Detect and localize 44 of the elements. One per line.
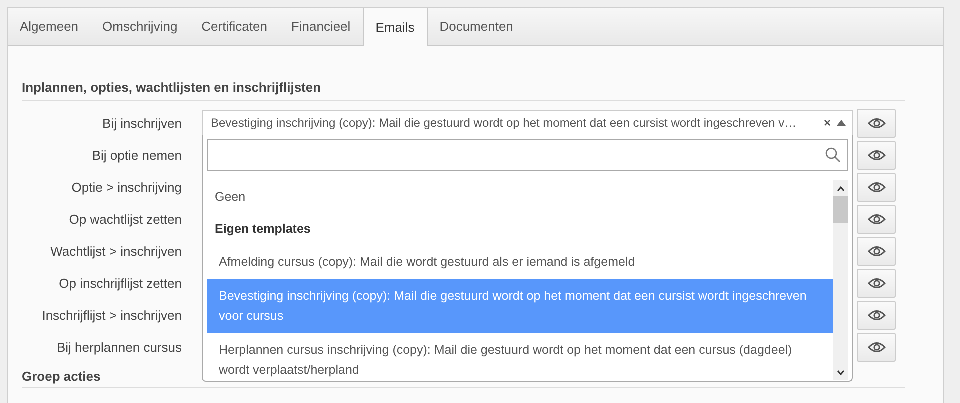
eye-icon: [868, 246, 886, 256]
eye-icon: [868, 278, 886, 288]
preview-button[interactable]: [857, 300, 896, 330]
field-label: Wachtlijst > inschrijven: [50, 244, 182, 258]
dropdown-option[interactable]: Afmelding cursus (copy): Mail die wordt gestuurd als er iemand is afgemeld: [207, 245, 833, 279]
dropdown-option[interactable]: Geen: [207, 180, 833, 214]
scrollbar[interactable]: [833, 180, 848, 380]
tab[interactable]: Certificaten: [190, 8, 280, 45]
tab[interactable]: Emails: [362, 8, 428, 46]
preview-button[interactable]: [857, 236, 896, 266]
search-icon: [825, 147, 841, 163]
eye-icon: [868, 310, 886, 320]
eye-icon: [868, 342, 886, 352]
tab[interactable]: Algemeen: [8, 8, 91, 45]
scroll-down-icon[interactable]: [836, 370, 844, 376]
preview-button[interactable]: [857, 140, 896, 170]
scroll-thumb[interactable]: [833, 196, 848, 223]
preview-button[interactable]: [857, 204, 896, 234]
caret-icon: [837, 120, 846, 126]
eye-icon: [868, 150, 886, 160]
eye-icon: [868, 214, 886, 224]
option-group-label: Eigen templates: [214, 221, 312, 238]
preview-button[interactable]: [857, 172, 896, 202]
field-label: Bij herplannen cursus: [56, 340, 182, 354]
tab[interactable]: Omschrijving: [90, 8, 190, 45]
tab[interactable]: Documenten: [428, 8, 526, 45]
field-label: Op inschrijflijst zetten: [58, 276, 182, 290]
field-label: Optie > inschrijving: [70, 180, 182, 194]
field-label: Op wachtlijst zetten: [68, 212, 182, 226]
dropdown-option[interactable]: Herplannen cursus inschrijving (copy): Mail die gestuurd wordt op het moment dat een cursus (dagdeel) wordt verplaatst/herpland: [207, 333, 833, 380]
tab[interactable]: Financieel: [279, 8, 363, 45]
preview-button[interactable]: [857, 268, 896, 298]
preview-button[interactable]: [857, 332, 896, 362]
field-label: Bij inschrijven: [102, 116, 182, 130]
template-select[interactable]: Bevestiging inschrijving (copy): Mail die gestuurd wordt op het moment dat een cursist wordt ingeschreven v… ×: [202, 110, 853, 136]
field-label: Bij optie nemen: [91, 148, 182, 162]
preview-button[interactable]: [857, 108, 896, 138]
clear-button[interactable]: ×: [824, 116, 831, 130]
scroll-up-icon[interactable]: [836, 186, 844, 192]
field-label: Inschrijflijst > inschrijven: [41, 308, 182, 322]
search-field[interactable]: [207, 139, 848, 171]
section-heading: Inplannen, opties, wachtlijsten en inschrijflijsten: [22, 80, 905, 101]
eye-icon: [868, 118, 886, 128]
eye-icon: [868, 182, 886, 192]
